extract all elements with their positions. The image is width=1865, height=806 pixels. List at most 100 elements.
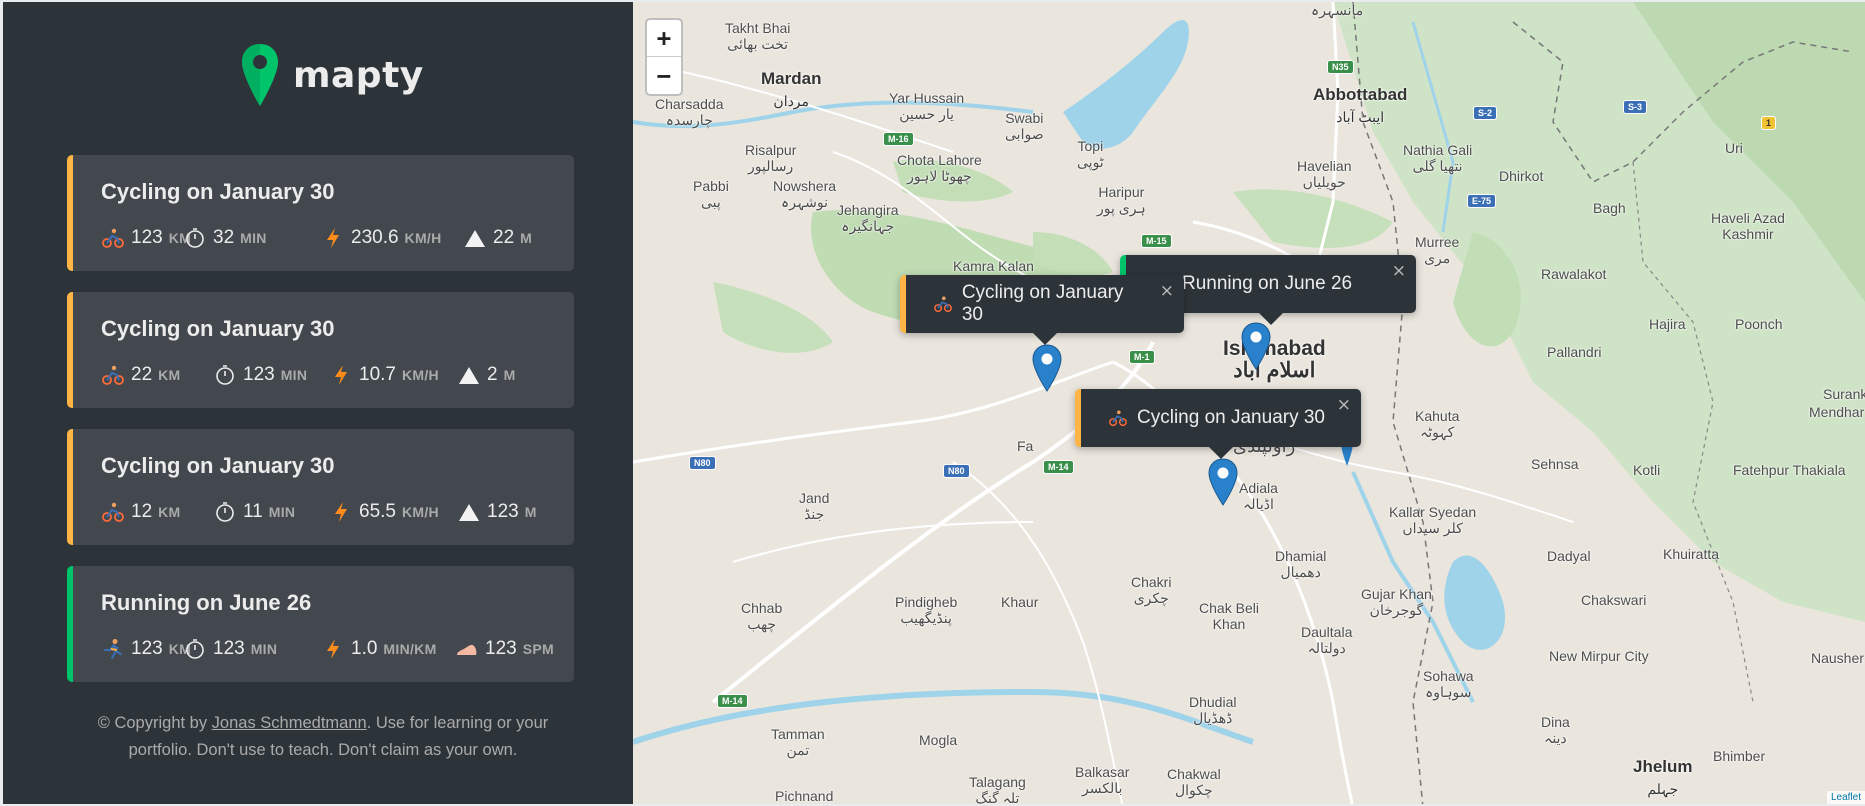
place-label: Dhudial ڈھڈیال <box>1189 694 1237 726</box>
place-label: Kallar Syedan کلر سیداں <box>1389 504 1477 536</box>
workout-card[interactable]: Cycling on January 30 12 KM 11 MIN 65.5 … <box>67 429 574 545</box>
author-link[interactable]: Jonas Schmedtmann <box>212 714 367 732</box>
cyclist-icon <box>934 294 954 314</box>
workout-cadence: 123 SPM <box>455 636 554 662</box>
place-label: Swabi صوابی <box>1005 110 1044 142</box>
workout-duration: 123 MIN <box>183 636 277 662</box>
workout-popup[interactable]: Cycling on January 30 × <box>1075 389 1361 459</box>
cyclist-icon <box>101 500 125 524</box>
zoom-control: + − <box>645 18 683 96</box>
place-label: Khuiratta <box>1663 546 1720 562</box>
workout-card[interactable]: Cycling on January 30 22 KM 123 MIN 10.7… <box>67 292 574 408</box>
place-label: Havelian حویلیاں <box>1297 158 1352 190</box>
map-attribution[interactable]: Leaflet <box>1826 791 1865 804</box>
place-label: Pallandri <box>1547 344 1602 360</box>
workout-elevation: 22 M <box>463 225 532 251</box>
workout-title: Cycling on January 30 <box>101 453 335 478</box>
place-label: Pindigheb پنڈیگھیب <box>895 594 958 626</box>
workout-speed: 230.6 KM/H <box>321 225 442 251</box>
place-label: Takht Bhai تخت بھائی <box>725 20 791 52</box>
place-label: Nowshera نوشہرہ <box>773 178 837 210</box>
place-label: Chakswari <box>1581 592 1647 608</box>
app: mapty Cycling on January 30 123 KM 32 MI… <box>0 0 1865 806</box>
workout-elevation: 123 M <box>457 499 537 525</box>
place-label: Jand جنڈ <box>799 490 830 522</box>
road-shield: N80 <box>689 456 716 470</box>
place-label: Tamman تمن <box>771 726 825 758</box>
workout-popup[interactable]: Cycling on January 30 × <box>900 275 1184 345</box>
place-label: Chak Beli Khan <box>1199 600 1259 632</box>
place-label: Khaur <box>1001 594 1039 610</box>
workout-pace: 1.0 MIN/KM <box>321 636 437 662</box>
map[interactable]: Takht Bhai تخت بھائی Mardan مردان Charsadd… <box>633 0 1865 806</box>
zoom-out-button[interactable]: − <box>647 57 681 94</box>
workout-duration: 32 MIN <box>183 225 267 251</box>
place-label: مانسہرہ <box>1311 2 1364 18</box>
place-label: Charsadda چارسدہ <box>655 96 724 128</box>
workout-title: Cycling on January 30 <box>101 316 335 341</box>
workout-elevation: 2 M <box>457 362 516 388</box>
place-label: Chota Lahore چھوٹا لاہور <box>897 152 982 184</box>
lightning-icon <box>321 226 345 250</box>
road-shield: M-14 <box>717 694 748 708</box>
close-icon[interactable]: × <box>1337 395 1351 415</box>
place-label: Haveli Azad Kashmir <box>1711 210 1785 242</box>
workout-card[interactable]: Running on June 26 123 KM 123 MIN 1.0 MI… <box>67 566 574 682</box>
place-label: Surankot <box>1823 386 1865 402</box>
road-shield: E-75 <box>1467 194 1497 208</box>
logo-text: mapty <box>293 54 424 96</box>
place-label: Yar Hussain یار حسین <box>889 90 965 122</box>
workout-title: Running on June 26 <box>101 590 312 615</box>
lightning-icon <box>329 363 353 387</box>
map-pin-logo-icon <box>242 44 278 106</box>
place-label: Bhimber <box>1713 748 1766 764</box>
workout-speed: 65.5 KM/H <box>329 499 439 525</box>
workout-card[interactable]: Cycling on January 30 123 KM 32 MIN 230.… <box>67 155 574 271</box>
place-label: Balkasar بالکسر <box>1075 764 1130 796</box>
place-label: Kotli <box>1633 462 1661 478</box>
place-label: Pabbi پبی <box>693 178 729 210</box>
road-shield: M-1 <box>1129 350 1155 364</box>
place-label: Rawalakot <box>1541 266 1607 282</box>
stopwatch-icon <box>183 637 207 661</box>
zoom-in-button[interactable]: + <box>647 20 681 57</box>
road-shield: 1 <box>1761 116 1777 130</box>
road-shield: M-16 <box>883 132 914 146</box>
road-shield: S-3 <box>1623 100 1648 114</box>
cyclist-icon <box>101 363 125 387</box>
road-shield: S-2 <box>1473 106 1498 120</box>
place-label: Jehangira جہانگیرہ <box>837 202 899 234</box>
stopwatch-icon <box>183 226 207 250</box>
close-icon[interactable]: × <box>1392 261 1406 281</box>
place-label: Dadyal <box>1547 548 1591 564</box>
place-label: Murree مری <box>1415 234 1460 266</box>
place-label: Mendhar <box>1809 404 1865 420</box>
place-label: Risalpur رسالپور <box>745 142 797 174</box>
place-label: Sohawa سوہاوہ <box>1423 668 1474 700</box>
place-label: Kahuta کہوٹہ <box>1415 408 1460 440</box>
logo: mapty <box>241 42 424 108</box>
place-label: Nathia Gali نتھیا گلی <box>1403 142 1473 174</box>
place-label: Chakwal چکوال <box>1167 766 1221 798</box>
cyclist-icon <box>1109 408 1129 428</box>
road-shield: M-15 <box>1141 234 1172 248</box>
road-shield: M-14 <box>1043 460 1074 474</box>
lightning-icon <box>329 500 353 524</box>
sidebar: mapty Cycling on January 30 123 KM 32 MI… <box>0 0 633 806</box>
road-shield: N80 <box>943 464 970 478</box>
mountain-icon <box>463 226 487 250</box>
workout-duration: 123 MIN <box>213 362 307 388</box>
map-marker-icon[interactable] <box>1208 458 1238 506</box>
place-label: Pichnand <box>775 788 834 804</box>
place-label: Jhelum جہلم <box>1633 757 1693 797</box>
stopwatch-icon <box>213 363 237 387</box>
place-label: Abbottabad ایبٹ آباد <box>1313 85 1408 125</box>
place-label: Topi ٹوپی <box>1077 138 1104 170</box>
place-label: Fa <box>1017 438 1034 454</box>
map-marker-icon[interactable] <box>1032 344 1062 392</box>
workouts-list: Cycling on January 30 123 KM 32 MIN 230.… <box>67 155 574 703</box>
workout-distance: 123 KM <box>101 225 191 251</box>
close-icon[interactable]: × <box>1160 281 1174 301</box>
map-marker-icon[interactable] <box>1241 322 1271 370</box>
workout-distance: 22 KM <box>101 362 181 388</box>
